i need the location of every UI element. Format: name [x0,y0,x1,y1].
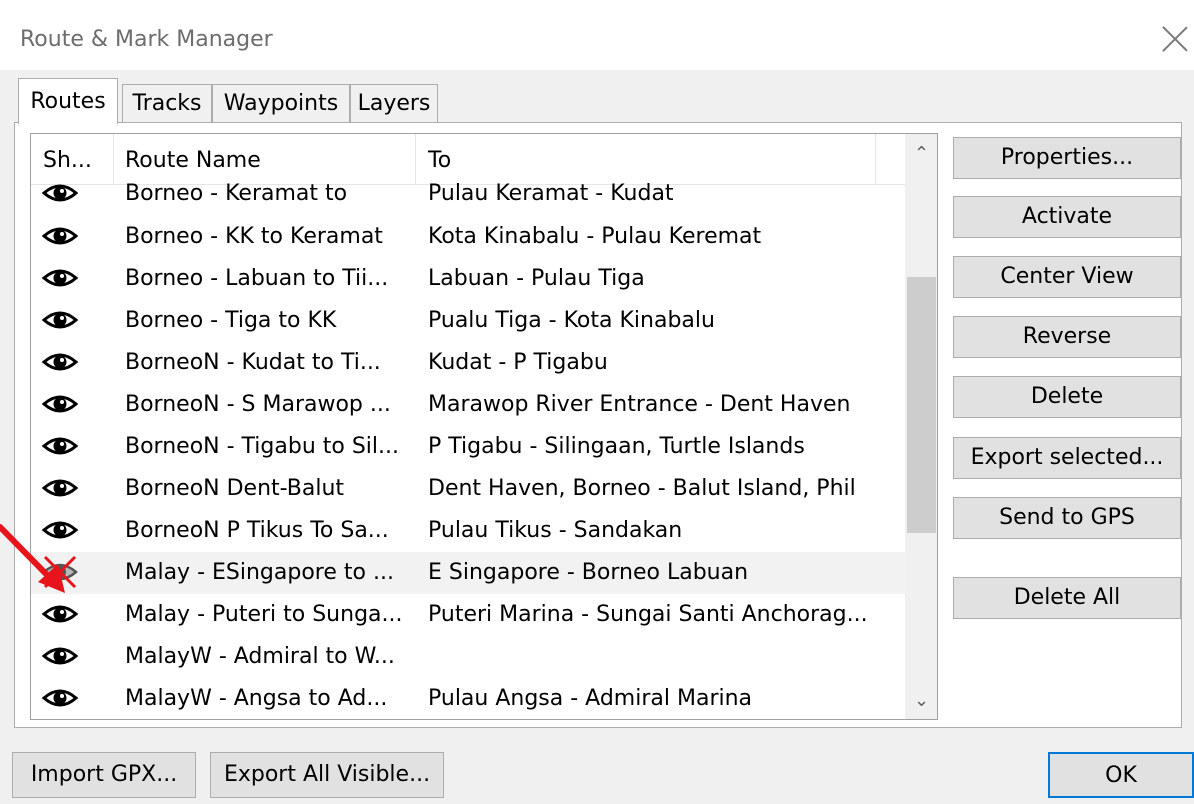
table-row[interactable]: BorneoN - Kudat to Ti... Kudat - P Tigabu [31,342,905,384]
center-view-button[interactable]: Center View [953,256,1181,298]
route-name-cell: BorneoN - S Marawop ... [125,392,391,417]
route-to-cell: Marawop River Entrance - Dent Haven [428,392,851,417]
route-to-cell: Pulau Angsa - Admiral Marina [428,686,753,711]
delete-all-button[interactable]: Delete All [953,577,1181,619]
route-to-cell: Kota Kinabalu - Pulau Keremat [428,224,762,249]
eye-icon[interactable] [41,601,79,627]
route-name-cell: Borneo - Keramat to [125,181,348,206]
eye-icon[interactable] [41,643,79,669]
tab-routes[interactable]: Routes [18,78,118,124]
send-to-gps-button[interactable]: Send to GPS [953,497,1181,539]
route-name-cell: BorneoN P Tikus To Sa... [125,518,389,543]
route-to-cell: Puteri Marina - Sungai Santi Anchorag... [428,602,868,627]
tab-tracks[interactable]: Tracks [122,84,212,122]
route-name-cell: Borneo - KK to Keramat [125,224,383,249]
table-row[interactable]: MalayW - Angsa to Ad... Pulau Angsa - Adm… [31,678,905,719]
eye-icon[interactable] [41,180,79,206]
eye-icon[interactable] [41,433,79,459]
import-gpx-button[interactable]: Import GPX... [12,752,196,798]
eye-icon[interactable] [41,349,79,375]
eye-icon[interactable] [41,475,79,501]
red-arrow-annotation [0,524,65,593]
eye-icon[interactable] [41,685,79,711]
table-row[interactable]: Malay - ESingapore to ... E Singapore - B… [31,552,905,594]
route-name-cell: Borneo - Tiga to KK [125,308,337,333]
activate-button[interactable]: Activate [953,196,1181,238]
eye-icon[interactable] [41,307,79,333]
routes-list[interactable]: Sh... Route Name To Borneo - Keramat to P… [30,133,938,720]
route-name-cell: MalayW - Admiral to W... [125,644,395,669]
route-name-cell: BorneoN - Kudat to Ti... [125,350,381,375]
table-row[interactable]: Malay - Puteri to Sunga... Puteri Marina … [31,594,905,636]
route-to-cell: Pulau Keramat - Kudat [428,181,674,206]
route-to-cell: Labuan - Pulau Tiga [428,266,645,291]
route-to-cell: Dent Haven, Borneo - Balut Island, Phil [428,476,856,501]
properties-button[interactable]: Properties... [953,137,1181,179]
tab-layers[interactable]: Layers [350,84,438,122]
route-to-cell: E Singapore - Borneo Labuan [428,560,749,585]
route-name-cell: BorneoN Dent-Balut [125,476,345,501]
export-selected-button[interactable]: Export selected... [953,437,1181,479]
table-row[interactable]: Borneo - Labuan to Tii... Labuan - Pulau … [31,258,905,300]
scrollbar-thumb[interactable] [907,277,936,533]
route-name-cell: Borneo - Labuan to Tii... [125,266,389,291]
vertical-scrollbar[interactable]: ⌃ ⌄ [905,134,937,719]
table-row[interactable]: Borneo - Keramat to Pulau Keramat - Kudat [31,173,905,215]
route-name-cell: Malay - ESingapore to ... [125,560,394,585]
table-row[interactable]: BorneoN P Tikus To Sa... Pulau Tikus - Sa… [31,510,905,552]
route-to-cell: Kudat - P Tigabu [428,350,608,375]
eye-icon[interactable] [41,265,79,291]
table-row[interactable]: BorneoN - S Marawop ... Marawop River Ent… [31,384,905,426]
window-title: Route & Mark Manager [20,27,273,52]
route-name-cell: Malay - Puteri to Sunga... [125,602,403,627]
title-bar: Route & Mark Manager [0,0,1194,70]
eye-icon[interactable] [41,391,79,417]
table-row[interactable]: BorneoN Dent-Balut Dent Haven, Borneo - B… [31,468,905,510]
table-row[interactable]: MalayW - Admiral to W... [31,636,905,678]
route-name-cell: BorneoN - Tigabu to Sil... [125,434,400,459]
scroll-up-icon[interactable]: ⌃ [905,136,937,172]
ok-button[interactable]: OK [1048,752,1194,798]
scroll-down-icon[interactable]: ⌄ [905,683,937,719]
delete-button[interactable]: Delete [953,376,1181,418]
tab-waypoints[interactable]: Waypoints [212,84,350,122]
reverse-button[interactable]: Reverse [953,316,1181,358]
route-to-cell: P Tigabu - Silingaan, Turtle Islands [428,434,805,459]
route-to-cell: Pualu Tiga - Kota Kinabalu [428,308,715,333]
close-icon[interactable] [1160,24,1190,54]
route-name-cell: MalayW - Angsa to Ad... [125,686,388,711]
eye-icon[interactable] [41,223,79,249]
table-row[interactable]: Borneo - KK to Keramat Kota Kinabalu - Pu… [31,216,905,258]
route-to-cell: Pulau Tikus - Sandakan [428,518,683,543]
export-all-visible-button[interactable]: Export All Visible... [210,752,444,798]
table-row[interactable]: Borneo - Tiga to KK Pualu Tiga - Kota Kin… [31,300,905,342]
table-row[interactable]: BorneoN - Tigabu to Sil... P Tigabu - Sil… [31,426,905,468]
